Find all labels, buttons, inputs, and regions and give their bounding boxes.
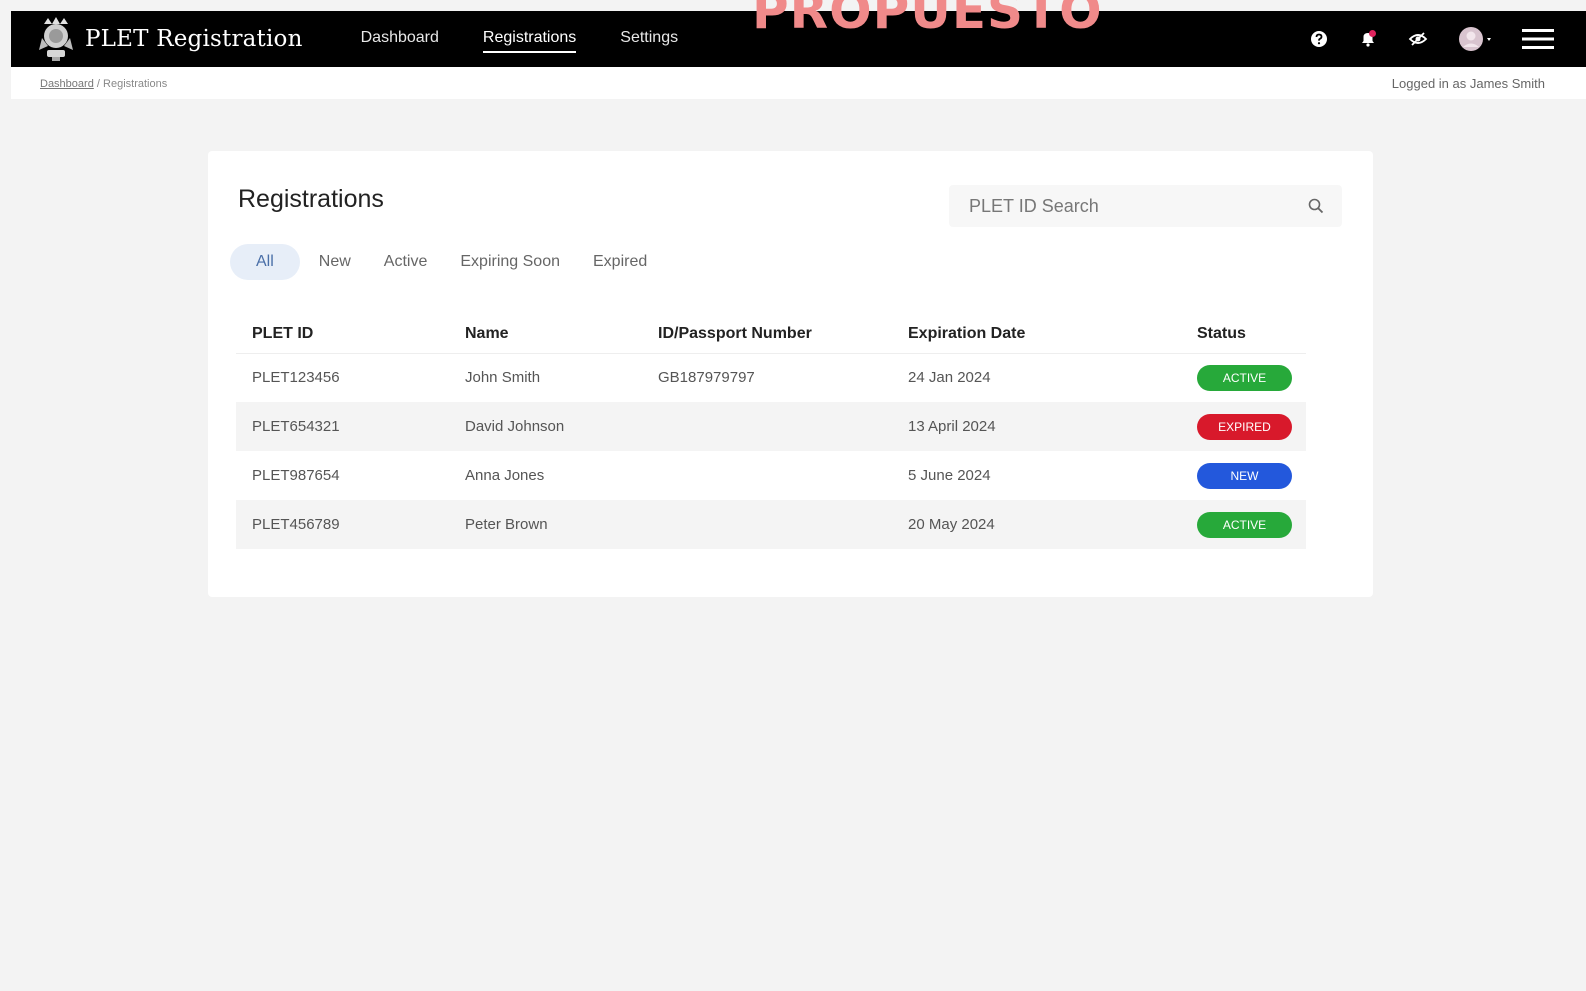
- cell-passport: [642, 451, 892, 500]
- page-title: Registrations: [238, 185, 384, 213]
- status-badge: NEW: [1197, 462, 1292, 489]
- main-nav: Dashboard Registrations Settings: [361, 25, 722, 53]
- header-passport-number[interactable]: ID/Passport Number: [642, 315, 892, 354]
- app-title: PLET Registration: [85, 26, 303, 52]
- nav-registrations[interactable]: Registrations: [482, 25, 577, 53]
- header-expiration-date[interactable]: Expiration Date: [892, 315, 1181, 354]
- header-plet-id[interactable]: PLET ID: [236, 315, 449, 354]
- status-badge: EXPIRED: [1197, 413, 1292, 440]
- status-badge: ACTIVE: [1197, 511, 1292, 538]
- breadcrumb: Dashboard / Registrations: [40, 78, 167, 90]
- hamburger-menu-icon[interactable]: [1522, 28, 1554, 50]
- cell-expiry: 13 April 2024: [892, 402, 1181, 451]
- cell-name: Anna Jones: [465, 467, 545, 484]
- table-row[interactable]: PLET456789 Peter Brown 20 May 2024 ACTIV…: [236, 500, 1306, 549]
- status-badge: ACTIVE: [1197, 364, 1292, 391]
- filter-new[interactable]: New: [305, 244, 365, 280]
- cell-passport: GB187979797: [658, 369, 755, 387]
- search-input[interactable]: [969, 195, 1289, 217]
- crest-logo-icon: [37, 16, 75, 62]
- filter-tabs: All New Active Expiring Soon Expired: [230, 244, 666, 280]
- cell-expiry: 20 May 2024: [892, 500, 1181, 549]
- eye-off-icon[interactable]: [1408, 31, 1428, 47]
- sub-bar: Dashboard / Registrations Logged in as J…: [11, 67, 1586, 99]
- logged-in-user: Logged in as James Smith: [1391, 76, 1545, 91]
- header-status[interactable]: Status: [1181, 315, 1306, 354]
- cell-name: Peter Brown: [449, 500, 642, 549]
- brand[interactable]: PLET Registration: [37, 16, 303, 62]
- table-header-row: PLET ID Name ID/Passport Number Expirati…: [236, 315, 1306, 354]
- registrations-table: PLET ID Name ID/Passport Number Expirati…: [236, 315, 1306, 549]
- filter-expired[interactable]: Expired: [579, 244, 661, 280]
- search-box: [949, 185, 1342, 227]
- breadcrumb-current: Registrations: [103, 78, 168, 90]
- table-row[interactable]: PLET123456 John Smith GB187979797 24 Jan…: [236, 353, 1306, 402]
- cell-plet-id: PLET987654: [252, 467, 340, 484]
- top-icons: [1280, 11, 1554, 67]
- cell-status: EXPIRED: [1181, 402, 1306, 451]
- filter-all[interactable]: All: [230, 244, 300, 280]
- nav-dashboard[interactable]: Dashboard: [361, 25, 439, 53]
- cell-plet-id: PLET654321: [236, 402, 449, 451]
- bell-icon[interactable]: [1358, 29, 1378, 49]
- nav-settings[interactable]: Settings: [620, 25, 678, 53]
- cell-plet-id: PLET123456: [252, 369, 340, 387]
- avatar[interactable]: [1458, 26, 1492, 52]
- breadcrumb-dashboard[interactable]: Dashboard: [40, 78, 94, 90]
- table-row[interactable]: PLET987654 Anna Jones 5 June 2024 NEW: [236, 451, 1306, 500]
- breadcrumb-separator: /: [96, 78, 100, 90]
- help-icon[interactable]: [1310, 30, 1328, 48]
- table-row[interactable]: PLET654321 David Johnson 13 April 2024 E…: [236, 402, 1306, 451]
- cell-expiry: 5 June 2024: [908, 467, 991, 484]
- cell-passport: [642, 500, 892, 549]
- filter-expiring-soon[interactable]: Expiring Soon: [446, 244, 574, 280]
- cell-plet-id: PLET456789: [236, 500, 449, 549]
- cell-status: ACTIVE: [1181, 353, 1306, 402]
- search-icon[interactable]: [1308, 198, 1324, 219]
- cell-status: NEW: [1181, 451, 1306, 500]
- filter-active[interactable]: Active: [370, 244, 442, 280]
- watermark: PROPUESTO: [752, 0, 1103, 40]
- header-name[interactable]: Name: [449, 315, 642, 354]
- cell-name: David Johnson: [449, 402, 642, 451]
- cell-passport: [642, 402, 892, 451]
- cell-name: John Smith: [465, 369, 541, 387]
- cell-status: ACTIVE: [1181, 500, 1306, 549]
- registrations-card: Registrations All New Active Expiring So…: [208, 151, 1373, 597]
- cell-expiry: 24 Jan 2024: [908, 369, 991, 387]
